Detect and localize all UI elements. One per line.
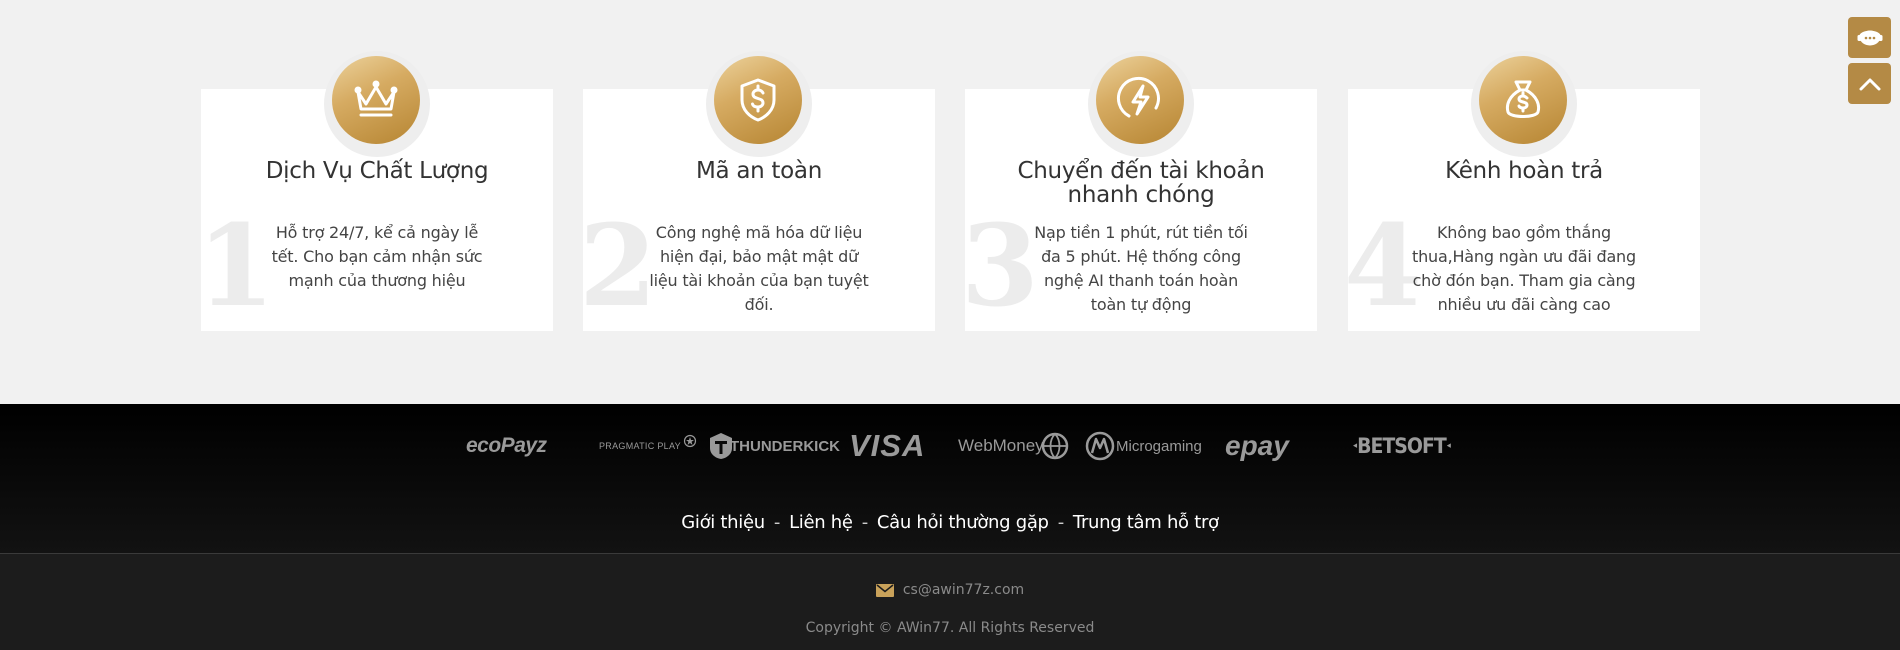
footer-nav: Giới thiệu - Liên hệ - Câu hỏi thường gặp - Tr… bbox=[0, 512, 1900, 534]
star-icon bbox=[683, 434, 696, 448]
partner-logo-thunderkick: THUNDERKICK bbox=[708, 428, 840, 464]
partner-name: BETSOFT bbox=[1357, 434, 1447, 458]
link-separator: - bbox=[773, 512, 781, 533]
partner-logo-pragmatic-play: PRAGMATIC PLAY bbox=[599, 428, 697, 464]
money-bag-icon bbox=[1479, 56, 1567, 144]
partner-logo-webmoney: WebMoney bbox=[958, 428, 1070, 464]
footer-link-contact[interactable]: Liên hệ bbox=[789, 512, 853, 533]
chevron-up-icon bbox=[1859, 78, 1880, 90]
envelope-icon bbox=[875, 583, 894, 597]
feature-card-security: 2 Mã an toàn Công nghệ mã hóa dữ liệu hi… bbox=[583, 51, 935, 331]
feature-description: Không bao gồm thắng thua,Hàng ngàn ưu đã… bbox=[1412, 223, 1636, 314]
link-separator: - bbox=[1057, 512, 1065, 533]
features-section: 1 Dịch Vụ Chất Lượng Hỗ trợ 24/7, kể cả … bbox=[0, 0, 1900, 404]
partner-logo-betsoft: ◂ BETSOFT ◂ bbox=[1353, 434, 1451, 458]
feature-card-rebate: 4 Kênh hoàn trả Không bao gồm thắng thua… bbox=[1348, 51, 1700, 331]
shield-dollar-icon bbox=[714, 56, 802, 144]
headset-chat-icon bbox=[1857, 30, 1882, 45]
globe-icon bbox=[1041, 432, 1068, 460]
crown-icon bbox=[332, 56, 420, 144]
feature-description: Hỗ trợ 24/7, kể cả ngày lễ tết. Cho bạn … bbox=[271, 223, 483, 290]
feature-title: Kênh hoàn trả bbox=[1445, 158, 1603, 184]
contact-email: cs@awin77z.com bbox=[0, 582, 1900, 598]
partner-name: WebMoney bbox=[958, 436, 1044, 455]
footer-link-faq[interactable]: Câu hỏi thường gặp bbox=[877, 512, 1049, 533]
partner-logo-visa: VISA bbox=[849, 428, 926, 463]
feature-title: Dịch Vụ Chất Lượng bbox=[265, 158, 489, 184]
feature-card-fast-transfer: 3 Chuyển đến tài khoản nhanh chóng Nạp t… bbox=[965, 51, 1317, 331]
partner-logo-ecopayz: ecoPayz bbox=[466, 434, 547, 457]
partner-name: THUNDERKICK bbox=[730, 437, 840, 455]
feature-card-quality: 1 Dịch Vụ Chất Lượng Hỗ trợ 24/7, kể cả … bbox=[201, 51, 553, 331]
copyright-text: Copyright © AWin77. All Rights Reserved bbox=[805, 620, 1095, 636]
email-link[interactable]: cs@awin77z.com bbox=[903, 582, 1024, 598]
footer-link-support-center[interactable]: Trung tâm hỗ trợ bbox=[1073, 512, 1219, 533]
link-separator: - bbox=[861, 512, 869, 533]
feature-title: Mã an toàn bbox=[696, 158, 822, 184]
partner-logo-epay: epay bbox=[1225, 430, 1289, 461]
lightning-icon bbox=[1096, 56, 1184, 144]
footer-link-about[interactable]: Giới thiệu bbox=[681, 512, 765, 533]
feature-description: Nạp tiền 1 phút, rút tiền tối đa 5 phút.… bbox=[1034, 223, 1248, 314]
microgaming-logo-icon bbox=[1085, 431, 1115, 461]
feature-description: Công nghệ mã hóa dữ liệu hiện đại, bảo m… bbox=[649, 223, 869, 314]
back-to-top-button[interactable] bbox=[1848, 63, 1891, 104]
live-support-button[interactable] bbox=[1848, 17, 1891, 58]
partner-name: Microgaming bbox=[1116, 437, 1202, 455]
partner-logo-microgaming: Microgaming bbox=[1085, 428, 1202, 464]
partner-name: PRAGMATIC PLAY bbox=[599, 441, 681, 451]
feature-title: Chuyển đến tài khoản nhanh chóng bbox=[1017, 158, 1265, 208]
